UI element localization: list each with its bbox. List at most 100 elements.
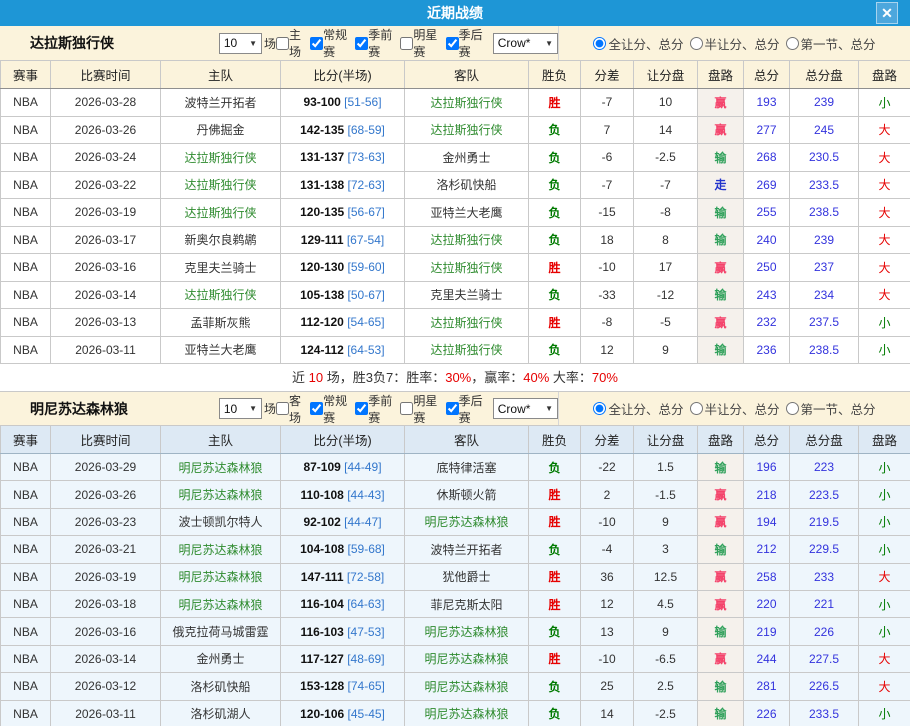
cell-total-points: 255 xyxy=(744,199,790,227)
odds-mode-option[interactable]: 半让分、总分 xyxy=(690,34,780,53)
cell-point-diff: -15 xyxy=(581,199,634,227)
cell-total-points: 240 xyxy=(744,226,790,254)
score-halftime: [44-49] xyxy=(344,460,381,474)
cell-handicap-line: 17 xyxy=(634,254,698,282)
cell-date: 2026-03-16 xyxy=(51,254,161,282)
cell-away-team: 菲尼克斯太阳 xyxy=(405,590,529,617)
cell-score: 104-108 [59-68] xyxy=(281,536,405,563)
cell-over-under: 大 xyxy=(859,171,910,199)
checkbox-常规赛[interactable] xyxy=(310,402,323,415)
checkbox-季前赛[interactable] xyxy=(355,37,368,50)
radio-label: 全让分、总分 xyxy=(608,34,683,53)
cell-point-diff: 25 xyxy=(581,673,634,700)
table-row: NBA2026-03-19明尼苏达森林狼147-111 [72-58]犹他爵士胜… xyxy=(1,563,910,590)
radio-半让分、总分[interactable] xyxy=(690,37,703,50)
cell-handicap-line: 10 xyxy=(634,89,698,117)
games-count-value: 10 xyxy=(224,402,237,416)
checkbox-明星赛[interactable] xyxy=(400,37,413,50)
filter-checkbox-option[interactable]: 季后赛 xyxy=(446,26,491,60)
table-row: NBA2026-03-14金州勇士117-127 [48-69]明尼苏达森林狼胜… xyxy=(1,645,910,672)
checkbox-常规赛[interactable] xyxy=(310,37,323,50)
cell-handicap-line: -2.5 xyxy=(634,144,698,172)
cell-result: 负 xyxy=(529,199,581,227)
odds-mode-option[interactable]: 全让分、总分 xyxy=(593,34,683,53)
cell-result: 胜 xyxy=(529,645,581,672)
radio-第一节、总分[interactable] xyxy=(786,402,799,415)
checkbox-主场[interactable] xyxy=(276,37,289,50)
column-header: 总分 xyxy=(744,61,790,89)
cell-total-line: 234 xyxy=(790,281,859,309)
cell-date: 2026-03-17 xyxy=(51,226,161,254)
cell-league: NBA xyxy=(1,700,51,726)
table-row: NBA2026-03-21明尼苏达森林狼104-108 [59-68]波特兰开拓… xyxy=(1,536,910,563)
cell-result: 负 xyxy=(529,673,581,700)
odds-mode-option[interactable]: 半让分、总分 xyxy=(690,399,780,418)
filter-checkbox-option[interactable]: 季前赛 xyxy=(355,26,400,60)
column-header: 分差 xyxy=(581,426,634,454)
score-fulltime: 131-138 xyxy=(300,178,344,192)
filter-checkbox-option[interactable]: 常规赛 xyxy=(310,26,355,60)
cell-home-team: 明尼苏达森林狼 xyxy=(161,454,281,481)
cell-result: 负 xyxy=(529,116,581,144)
odds-mode-option[interactable]: 全让分、总分 xyxy=(593,399,683,418)
radio-半让分、总分[interactable] xyxy=(690,402,703,415)
column-header: 分差 xyxy=(581,61,634,89)
cell-handicap-line: -2.5 xyxy=(634,700,698,726)
cell-away-team: 明尼苏达森林狼 xyxy=(405,618,529,645)
column-header: 让分盘 xyxy=(634,426,698,454)
cell-point-diff: 7 xyxy=(581,116,634,144)
close-icon[interactable]: ✕ xyxy=(876,2,898,24)
cell-league: NBA xyxy=(1,590,51,617)
filter-checkbox-option[interactable]: 主场 xyxy=(276,26,310,60)
filter-checkbox-option[interactable]: 季后赛 xyxy=(446,392,491,426)
cell-result: 胜 xyxy=(529,89,581,117)
cell-handicap-line: 1.5 xyxy=(634,454,698,481)
score-halftime: [45-45] xyxy=(348,707,385,721)
cell-total-points: 243 xyxy=(744,281,790,309)
cell-score: 117-127 [48-69] xyxy=(281,645,405,672)
score-fulltime: 153-128 xyxy=(300,679,344,693)
score-halftime: [67-54] xyxy=(347,233,384,247)
games-count-select[interactable]: 10 ▼ xyxy=(219,33,262,54)
odds-mode-option[interactable]: 第一节、总分 xyxy=(786,34,876,53)
cell-handicap-result: 赢 xyxy=(698,563,744,590)
score-halftime: [50-67] xyxy=(348,288,385,302)
radio-全让分、总分[interactable] xyxy=(593,37,606,50)
cell-away-team: 达拉斯独行侠 xyxy=(405,116,529,144)
radio-全让分、总分[interactable] xyxy=(593,402,606,415)
cell-total-line: 237.5 xyxy=(790,309,859,337)
score-fulltime: 105-138 xyxy=(300,288,344,302)
cell-over-under: 小 xyxy=(859,481,910,508)
radio-第一节、总分[interactable] xyxy=(786,37,799,50)
filter-checkbox-option[interactable]: 客场 xyxy=(276,392,310,426)
cell-total-line: 239 xyxy=(790,89,859,117)
cell-total-line: 233.5 xyxy=(790,700,859,726)
chevron-down-icon: ▼ xyxy=(545,39,553,48)
cell-score: 153-128 [74-65] xyxy=(281,673,405,700)
odds-mode-option[interactable]: 第一节、总分 xyxy=(786,399,876,418)
games-count-select[interactable]: 10 ▼ xyxy=(219,398,262,419)
cell-over-under: 小 xyxy=(859,336,910,364)
checkbox-明星赛[interactable] xyxy=(400,402,413,415)
radio-label: 全让分、总分 xyxy=(608,399,683,418)
filter-checkbox-option[interactable]: 明星赛 xyxy=(400,392,445,426)
cell-handicap-result: 输 xyxy=(698,673,744,700)
cell-score: 131-138 [72-63] xyxy=(281,171,405,199)
cell-score: 120-106 [45-45] xyxy=(281,700,405,726)
team-name: 明尼苏达森林狼 xyxy=(0,399,219,419)
bookmaker-select[interactable]: Crow* ▼ xyxy=(493,398,558,419)
filter-checkbox-option[interactable]: 明星赛 xyxy=(400,26,445,60)
checkbox-季前赛[interactable] xyxy=(355,402,368,415)
cell-handicap-result: 赢 xyxy=(698,481,744,508)
checkbox-客场[interactable] xyxy=(276,402,289,415)
checkbox-季后赛[interactable] xyxy=(446,37,459,50)
bookmaker-select[interactable]: Crow* ▼ xyxy=(493,33,558,54)
checkbox-季后赛[interactable] xyxy=(446,402,459,415)
filter-checkbox-option[interactable]: 季前赛 xyxy=(355,392,400,426)
summary-segment: 10 xyxy=(309,370,323,385)
cell-score: 112-120 [54-65] xyxy=(281,309,405,337)
cell-away-team: 休斯顿火箭 xyxy=(405,481,529,508)
cell-league: NBA xyxy=(1,89,51,117)
cell-away-team: 达拉斯独行侠 xyxy=(405,89,529,117)
filter-checkbox-option[interactable]: 常规赛 xyxy=(310,392,355,426)
